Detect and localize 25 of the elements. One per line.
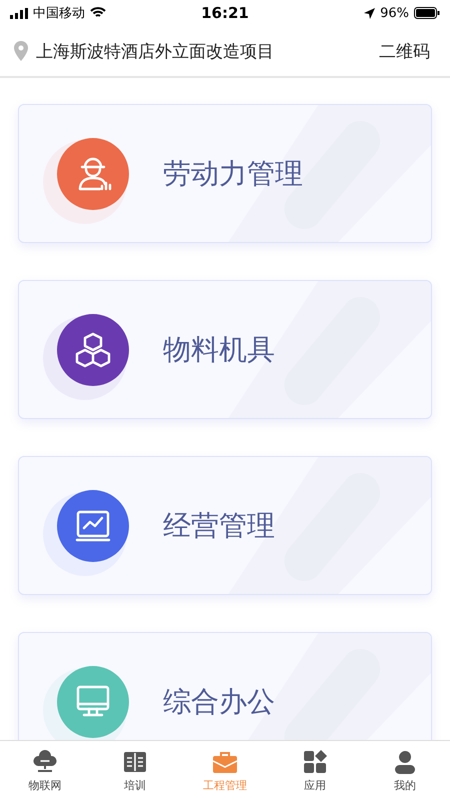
module-card[interactable]: 劳动力管理 bbox=[18, 104, 432, 243]
battery-percent: 96% bbox=[380, 6, 409, 20]
module-card[interactable]: 综合办公 bbox=[18, 632, 432, 740]
qr-code-button[interactable]: 二维码 bbox=[379, 40, 430, 62]
carrier-name: 中国移动 bbox=[33, 5, 85, 22]
tab-item[interactable]: 应用 bbox=[270, 741, 360, 800]
location-pin-icon bbox=[14, 41, 28, 61]
wifi-icon bbox=[90, 7, 106, 19]
signal-icon bbox=[10, 8, 28, 18]
apps-icon bbox=[302, 748, 328, 774]
module-title: 物料机具 bbox=[163, 332, 275, 368]
module-title: 综合办公 bbox=[163, 684, 275, 720]
cloud-network-icon bbox=[32, 748, 58, 774]
tab-item[interactable]: 我的 bbox=[360, 741, 450, 800]
person-icon bbox=[392, 748, 418, 774]
module-title: 劳动力管理 bbox=[163, 156, 303, 192]
tab-item[interactable]: 物联网 bbox=[0, 741, 90, 800]
project-name: 上海斯波特酒店外立面改造项目 bbox=[36, 40, 274, 62]
module-title: 经营管理 bbox=[163, 508, 275, 544]
location-arrow-icon bbox=[364, 8, 376, 18]
battery-icon bbox=[414, 7, 440, 19]
tab-item[interactable]: 培训 bbox=[90, 741, 180, 800]
module-card[interactable]: 经营管理 bbox=[18, 456, 432, 595]
clock-time: 16:21 bbox=[201, 4, 249, 22]
module-card[interactable]: 物料机具 bbox=[18, 280, 432, 419]
